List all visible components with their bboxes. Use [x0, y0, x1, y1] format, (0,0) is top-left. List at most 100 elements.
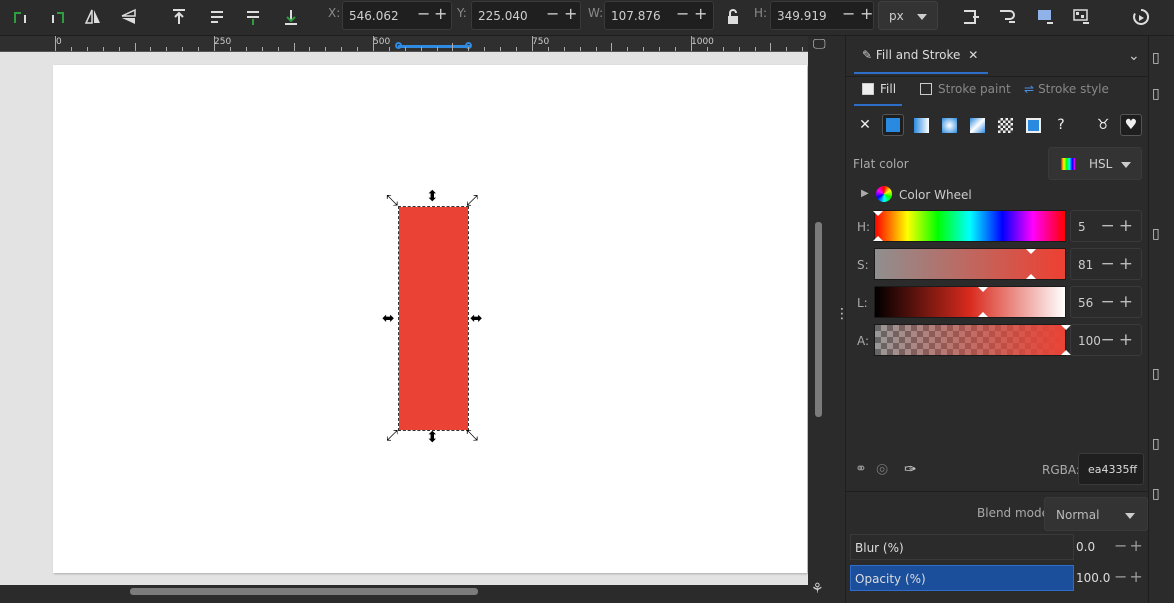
command-icon[interactable]: ▯ — [1152, 486, 1160, 502]
snap-toggle-icon[interactable] — [1128, 4, 1154, 30]
lightness-stepper-icon[interactable]: −+ — [1101, 292, 1138, 312]
radial-gradient-icon[interactable] — [938, 114, 960, 136]
lower-icon[interactable] — [240, 4, 266, 30]
scale-handle-sw-icon[interactable]: ⤢ — [386, 428, 398, 443]
hue-slider[interactable] — [873, 210, 1066, 242]
rotate-cw-icon[interactable] — [44, 4, 70, 30]
flip-horizontal-icon[interactable] — [80, 4, 106, 30]
scale-handle-nw-icon[interactable]: ⤡ — [386, 193, 398, 208]
command-icon[interactable]: ▯ — [1152, 50, 1160, 66]
saturation-marker-top — [1026, 249, 1036, 254]
opacity-value[interactable]: 100.0 — [1076, 571, 1110, 585]
blend-mode-select[interactable]: Normal — [1044, 497, 1148, 531]
y-decrement-icon[interactable]: − — [546, 5, 559, 23]
fill-rule-evenodd-icon[interactable]: ♉ — [1092, 114, 1114, 136]
close-icon[interactable]: ✕ — [968, 48, 978, 62]
pattern-icon[interactable] — [994, 114, 1016, 136]
expander-icon[interactable]: ▶ — [861, 188, 869, 199]
saturation-input[interactable]: 81 −+ — [1070, 248, 1142, 280]
ruler-tick — [484, 47, 485, 51]
blur-value[interactable]: 0.0 — [1076, 540, 1095, 554]
saturation-slider[interactable] — [874, 248, 1066, 280]
unset-paint-icon[interactable]: ? — [1050, 114, 1072, 136]
ruler-tick — [564, 47, 565, 51]
saturation-stepper-icon[interactable]: −+ — [1101, 254, 1138, 274]
flat-color-icon[interactable] — [882, 114, 904, 136]
w-decrement-icon[interactable]: − — [676, 5, 689, 23]
chevron-down-icon[interactable]: ⌄ — [1128, 48, 1140, 64]
raise-icon[interactable] — [204, 4, 230, 30]
swatch-icon[interactable] — [1022, 114, 1044, 136]
scale-stroke-icon[interactable] — [958, 4, 984, 30]
ruler-tick — [87, 47, 88, 51]
ruler-tick — [643, 47, 644, 51]
rgba-input[interactable]: ea4335ff — [1078, 453, 1144, 485]
scale-handle-ne-icon[interactable]: ⤢ — [466, 193, 478, 208]
tool-controls-bar: X: 546.062 − + Y: 225.040 − + W: 107.876… — [0, 0, 1174, 36]
tab-stroke-style[interactable]: ⇌ Stroke style — [1024, 82, 1109, 106]
tab-stroke-paint[interactable]: Stroke paint — [920, 82, 1011, 106]
ruler-label: 1000 — [691, 37, 714, 47]
color-wheel-label[interactable]: Color Wheel — [899, 188, 972, 202]
eyedropper-icon[interactable]: ✑ — [904, 460, 917, 478]
opacity-stepper-icon[interactable]: −+ — [1114, 567, 1145, 586]
lower-to-bottom-icon[interactable] — [278, 4, 304, 30]
alpha-input[interactable]: 100 −+ — [1070, 324, 1142, 356]
vertical-scrollbar[interactable] — [815, 222, 822, 417]
transform-pattern-icon[interactable] — [1068, 4, 1094, 30]
no-paint-icon[interactable]: ✕ — [854, 114, 876, 136]
command-icon[interactable]: ▯ — [1152, 436, 1160, 452]
rotate-ccw-icon[interactable] — [8, 4, 34, 30]
lock-icon[interactable] — [720, 4, 746, 30]
ruler-tick — [405, 47, 406, 51]
divider — [846, 76, 1148, 77]
x-decrement-icon[interactable]: − — [417, 5, 430, 23]
command-icon[interactable]: ▯ — [1152, 366, 1160, 382]
raise-to-top-icon[interactable] — [166, 4, 192, 30]
h-input[interactable]: 349.919 — [770, 1, 874, 30]
flip-vertical-icon[interactable] — [116, 4, 142, 30]
horizontal-scrollbar[interactable] — [130, 588, 478, 595]
command-icon[interactable]: ▯ — [1152, 226, 1160, 242]
ruler-tick — [580, 47, 581, 51]
tab-fill[interactable]: Fill — [854, 82, 902, 106]
transform-gradient-icon[interactable] — [1032, 4, 1058, 30]
scale-handle-e-icon[interactable]: ⬌ — [470, 311, 483, 326]
ruler-tick — [596, 47, 597, 51]
scale-handle-se-icon[interactable]: ⤡ — [466, 428, 478, 443]
y-increment-icon[interactable]: + — [564, 5, 577, 23]
stroke-style-icon: ⇌ — [1024, 82, 1035, 96]
hue-stepper-icon[interactable]: −+ — [1101, 216, 1138, 236]
scale-handle-n-icon[interactable]: ⬍ — [426, 189, 439, 204]
lightness-slider[interactable] — [874, 286, 1066, 318]
blur-slider[interactable]: Blur (%) — [850, 534, 1074, 560]
unit-select[interactable]: px — [878, 1, 938, 30]
color-mode-select[interactable]: HSL — [1048, 147, 1142, 180]
tab-fill-and-stroke[interactable]: ✎ Fill and Stroke ✕ — [854, 40, 988, 74]
h-decrement-icon[interactable]: − — [842, 5, 855, 23]
opacity-slider[interactable]: Opacity (%) — [850, 565, 1074, 591]
ruler-label: 0 — [56, 37, 62, 47]
horizontal-ruler[interactable]: 0 250 500 750 1000 — [0, 36, 808, 52]
scale-corners-icon[interactable] — [994, 4, 1020, 30]
fill-rule-nonzero-icon[interactable]: ♥ — [1120, 114, 1142, 136]
mesh-gradient-icon[interactable] — [966, 114, 988, 136]
scale-handle-s-icon[interactable]: ⬍ — [426, 430, 439, 445]
h-increment-icon[interactable]: + — [860, 5, 873, 23]
x-increment-icon[interactable]: + — [434, 5, 447, 23]
scale-handle-w-icon[interactable]: ⬌ — [382, 311, 395, 326]
color-scales-icon[interactable]: ⚭ — [855, 461, 867, 477]
alpha-stepper-icon[interactable]: −+ — [1101, 330, 1138, 350]
selected-rectangle[interactable] — [398, 206, 469, 431]
w-increment-icon[interactable]: + — [694, 5, 707, 23]
color-target-icon[interactable]: ◎ — [876, 461, 888, 477]
lightness-input[interactable]: 56 −+ — [1070, 286, 1142, 318]
ruler-tick — [659, 47, 660, 51]
hue-input[interactable]: 5 −+ — [1070, 210, 1142, 242]
linear-gradient-icon[interactable] — [910, 114, 932, 136]
blur-stepper-icon[interactable]: −+ — [1114, 536, 1145, 555]
color-management-icon[interactable]: ⚘ — [811, 581, 824, 597]
command-icon[interactable]: ▯ — [1152, 86, 1160, 102]
alpha-slider[interactable] — [874, 324, 1071, 356]
display-mode-icon[interactable]: 🖵 — [813, 37, 826, 52]
